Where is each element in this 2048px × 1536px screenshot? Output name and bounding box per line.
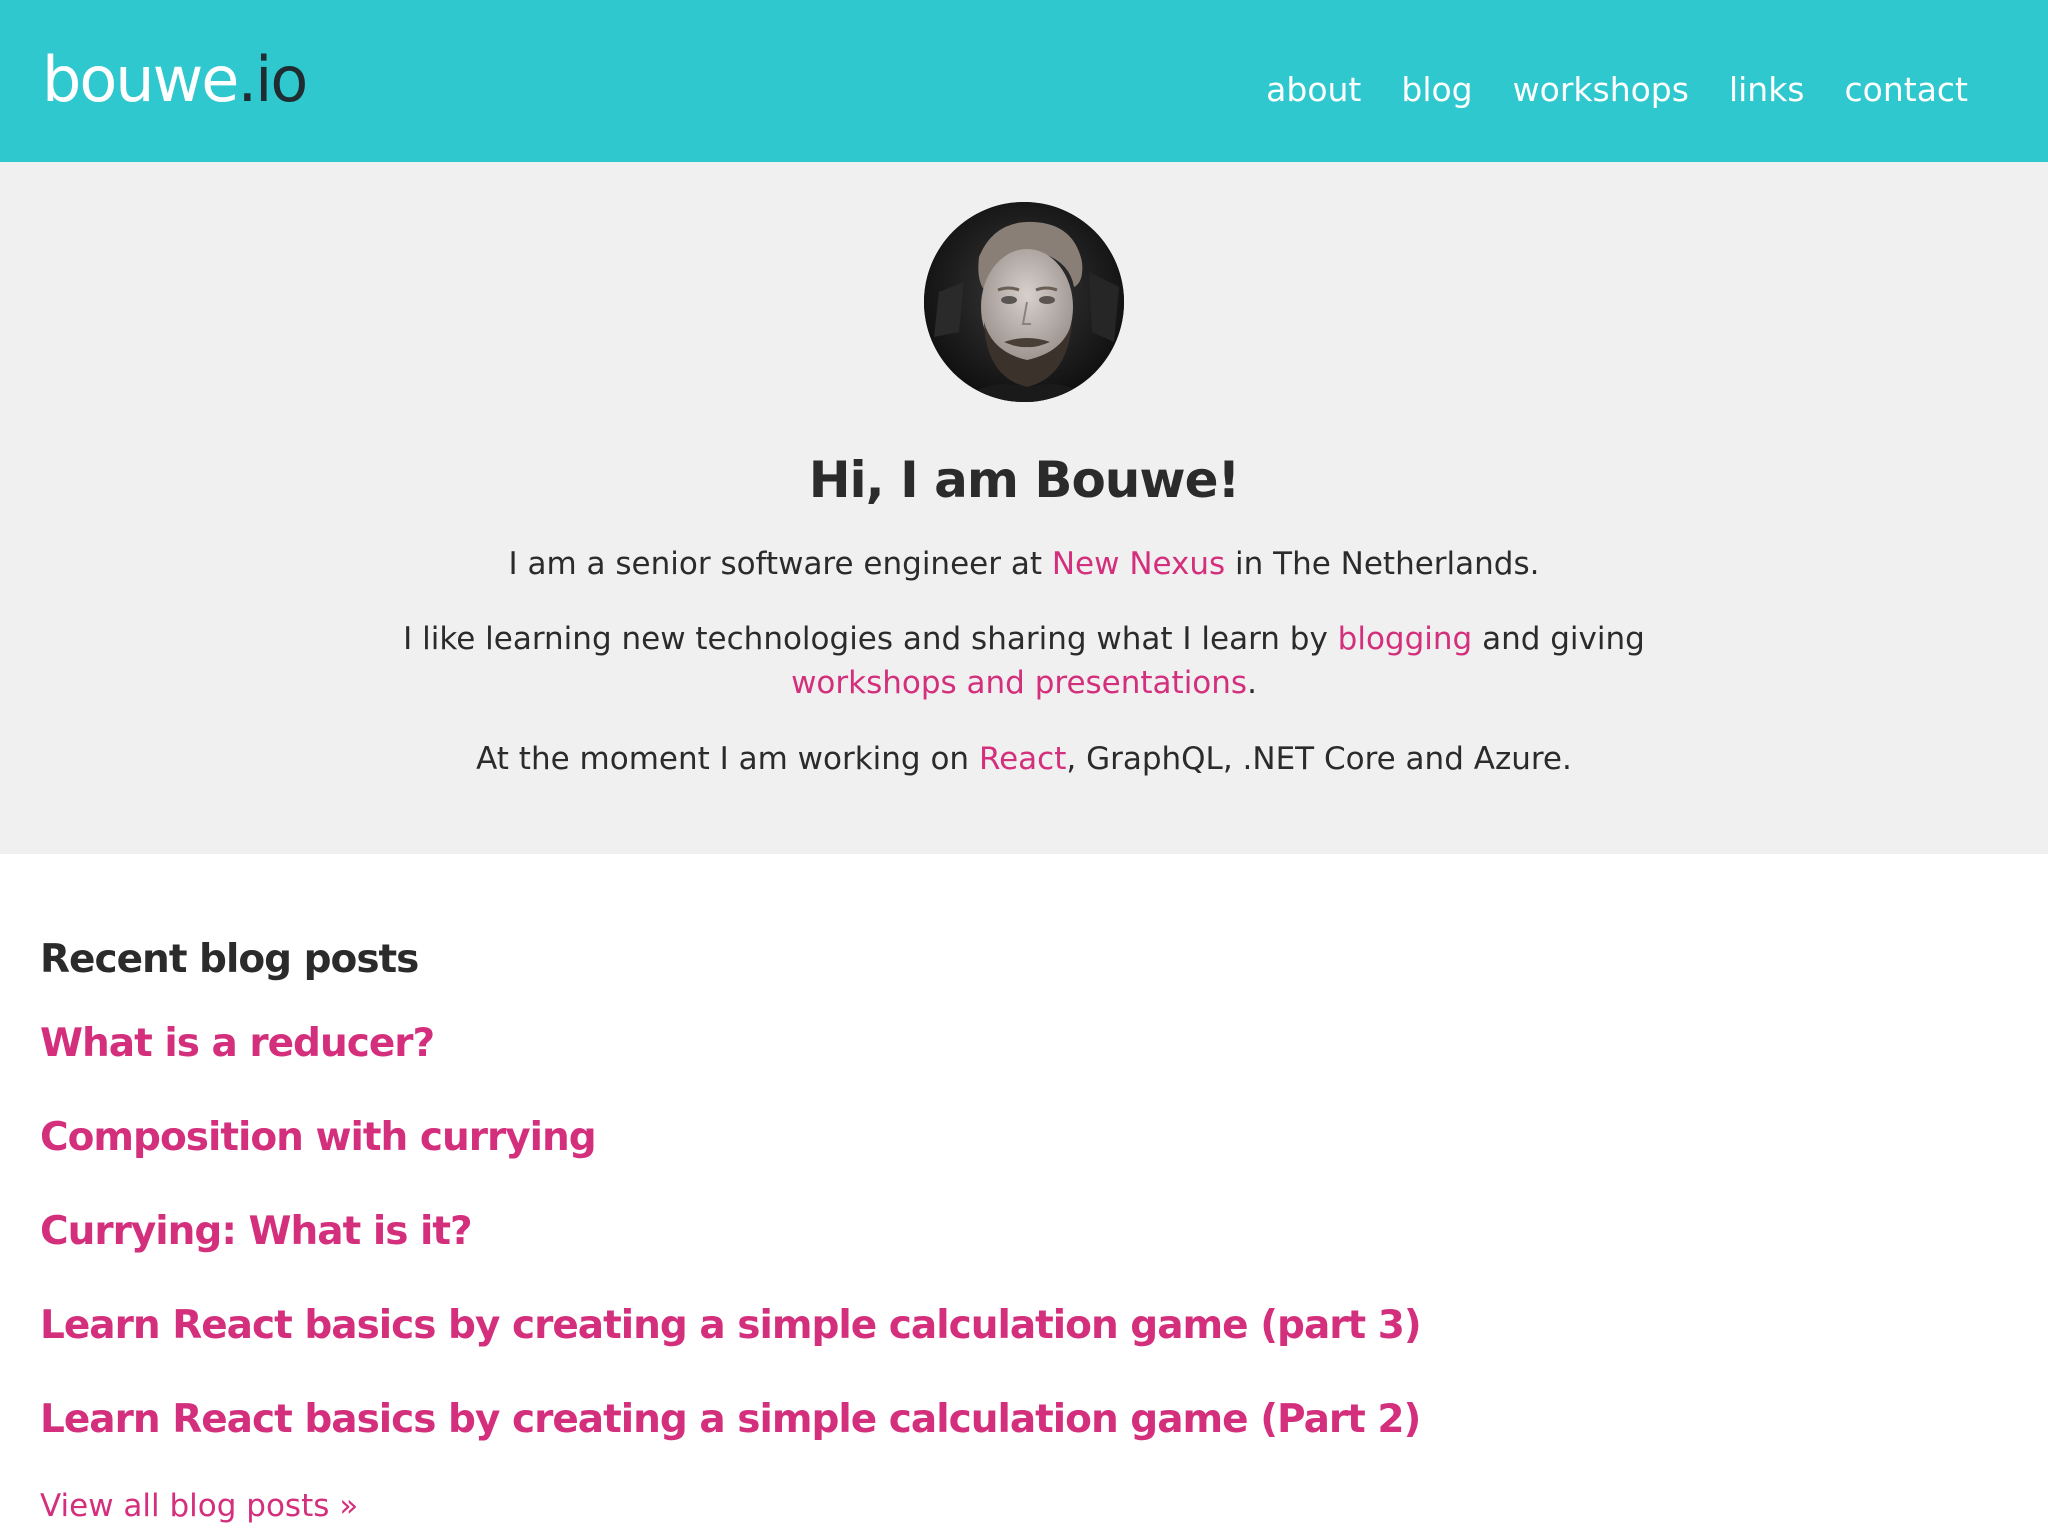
intro-section: Hi, I am Bouwe! I am a senior software e… xyxy=(0,162,2048,854)
intro-text: , GraphQL, .NET Core and Azure. xyxy=(1066,741,1572,777)
list-item: Currying: What is it? xyxy=(40,1202,1940,1262)
intro-text: At the moment I am working on xyxy=(476,741,979,777)
post-link[interactable]: What is a reducer? xyxy=(40,1021,435,1066)
post-link[interactable]: Currying: What is it? xyxy=(40,1209,473,1254)
workshops-presentations-link[interactable]: workshops and presentations xyxy=(791,665,1247,701)
intro-text: and giving xyxy=(1472,621,1645,657)
list-item: What is a reducer? xyxy=(40,1014,1940,1074)
intro-title: Hi, I am Bouwe! xyxy=(808,451,1241,509)
list-item: Learn React basics by creating a simple … xyxy=(40,1296,1940,1356)
new-nexus-link[interactable]: New Nexus xyxy=(1052,546,1225,582)
blogging-link[interactable]: blogging xyxy=(1338,621,1473,657)
nav-link-links[interactable]: links xyxy=(1729,64,1805,116)
avatar-portrait-image xyxy=(924,202,1124,402)
intro-paragraph-learning: I like learning new technologies and sha… xyxy=(384,617,1664,705)
list-item: Composition with currying xyxy=(40,1108,1940,1168)
logo-tld-text: .io xyxy=(237,43,308,116)
avatar xyxy=(924,202,1124,402)
react-link[interactable]: React xyxy=(979,741,1066,777)
intro-text: in The Netherlands. xyxy=(1225,546,1540,582)
nav-link-workshops[interactable]: workshops xyxy=(1513,64,1689,116)
post-link[interactable]: Composition with currying xyxy=(40,1115,597,1160)
nav-link-blog[interactable]: blog xyxy=(1401,64,1472,116)
view-all-posts-link[interactable]: View all blog posts » xyxy=(40,1484,1940,1528)
logo-main-text: bouwe xyxy=(42,43,239,116)
intro-text: I like learning new technologies and sha… xyxy=(403,621,1338,657)
nav-link-contact[interactable]: contact xyxy=(1845,64,1969,116)
list-item: Learn React basics by creating a simple … xyxy=(40,1390,1940,1450)
recent-posts-heading: Recent blog posts xyxy=(40,937,419,982)
nav-link-about[interactable]: about xyxy=(1266,64,1361,116)
intro-text: I am a senior software engineer at xyxy=(508,546,1052,582)
recent-posts-section: Recent blog posts What is a reducer? Com… xyxy=(40,930,1940,1528)
site-logo[interactable]: bouwe.io xyxy=(42,38,308,122)
post-link[interactable]: Learn React basics by creating a simple … xyxy=(40,1303,1422,1348)
main-nav: about blog workshops links contact xyxy=(1266,64,1968,116)
intro-text: . xyxy=(1247,665,1257,701)
post-link[interactable]: Learn React basics by creating a simple … xyxy=(40,1397,1421,1442)
post-list: What is a reducer? Composition with curr… xyxy=(40,1014,1940,1450)
site-header: bouwe.io about blog workshops links cont… xyxy=(0,0,2048,162)
intro-paragraph-current-work: At the moment I am working on React, Gra… xyxy=(384,737,1664,781)
intro-paragraph-job: I am a senior software engineer at New N… xyxy=(384,542,1664,586)
